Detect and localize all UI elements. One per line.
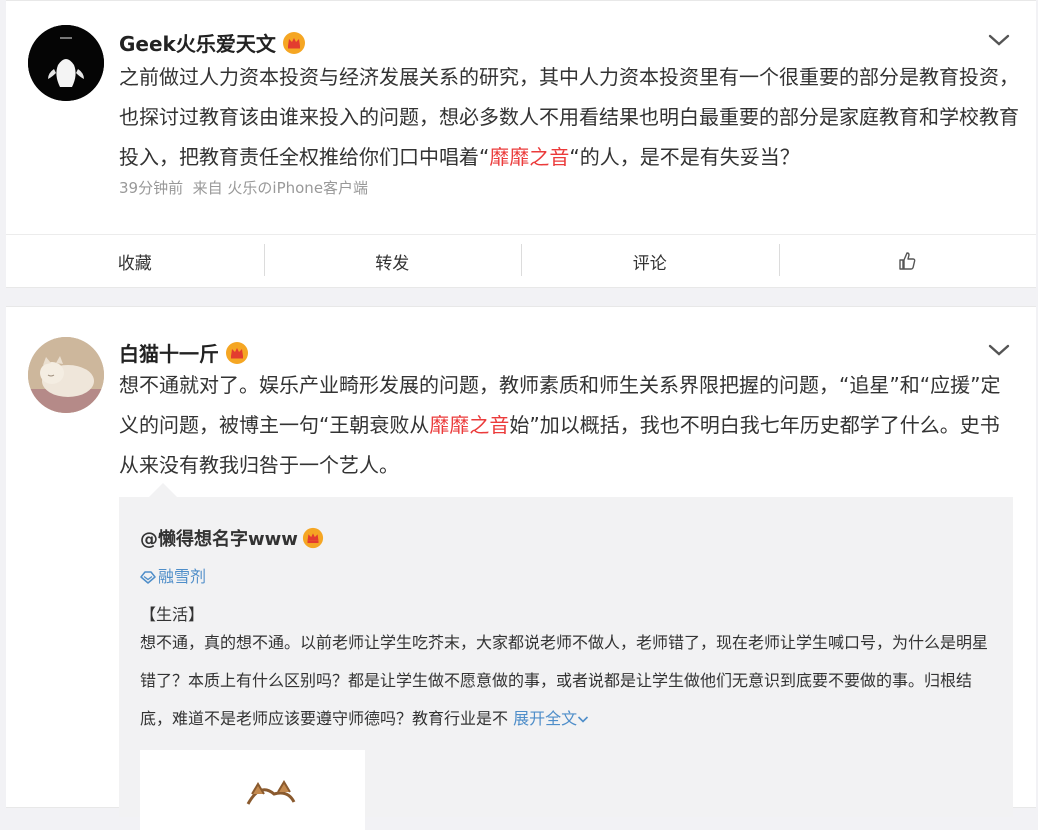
- user-name[interactable]: 白猫十一斤: [119, 338, 249, 367]
- user-name[interactable]: Geek火乐爱天文: [119, 28, 306, 57]
- crown-icon: [282, 32, 305, 54]
- repost-user-name[interactable]: @懒得想名字www: [140, 525, 324, 551]
- repost-category: 【生活】: [140, 605, 205, 624]
- post-source: 来自 火乐のiPhone客户端: [192, 179, 369, 197]
- crown-icon: [302, 527, 323, 549]
- post-meta: 39分钟前 来自 火乐のiPhone客户端: [119, 177, 368, 198]
- post-text: 之前做过人力资本投资与经济发展关系的研究，其中人力资本投资里有一个很重要的部分是…: [119, 65, 1019, 169]
- post-card: Geek火乐爱天文 之前做过人力资本投资与经济发展关系的研究，其中人力资本投资里…: [6, 0, 1036, 288]
- repost-image[interactable]: [140, 750, 365, 830]
- chevron-down-icon[interactable]: [988, 33, 1010, 47]
- chevron-down-icon: [578, 716, 589, 723]
- chevron-down-icon[interactable]: [988, 343, 1010, 357]
- thumbs-up-icon: [899, 252, 916, 270]
- expand-full-text-link[interactable]: 展开全文: [513, 709, 589, 728]
- repost-button[interactable]: 转发: [263, 235, 522, 287]
- post-card: 白猫十一斤 想不通就对了。娱乐产业畸形发展的问题，教师素质和师生关系界限把握的问…: [6, 306, 1036, 830]
- highlight-link[interactable]: 靡靡之音: [489, 145, 569, 169]
- avatar[interactable]: [28, 337, 104, 413]
- tag-icon: [140, 571, 156, 584]
- post-time: 39分钟前: [119, 179, 184, 197]
- reposted-content[interactable]: @懒得想名字www 融雪剂 【生活】 想不通，真的想不通。以前老师让学生吃芥末，…: [119, 483, 1013, 830]
- like-button[interactable]: [778, 235, 1037, 287]
- highlight-link[interactable]: 靡靡之音: [429, 413, 509, 437]
- action-bar: 收藏 转发 评论: [6, 234, 1036, 287]
- repost-pointer: [149, 483, 177, 497]
- comment-button[interactable]: 评论: [521, 235, 779, 287]
- post-text: 想不通就对了。娱乐产业畸形发展的问题，教师素质和师生关系界限把握的问题，“追星”…: [119, 373, 1001, 477]
- favorite-button[interactable]: 收藏: [6, 235, 264, 287]
- repost-text: 想不通，真的想不通。以前老师让学生吃芥末，大家都说老师不做人，老师错了，现在老师…: [140, 633, 989, 728]
- avatar[interactable]: [28, 25, 104, 101]
- repost-tag[interactable]: 融雪剂: [140, 563, 206, 587]
- crown-icon: [226, 342, 248, 364]
